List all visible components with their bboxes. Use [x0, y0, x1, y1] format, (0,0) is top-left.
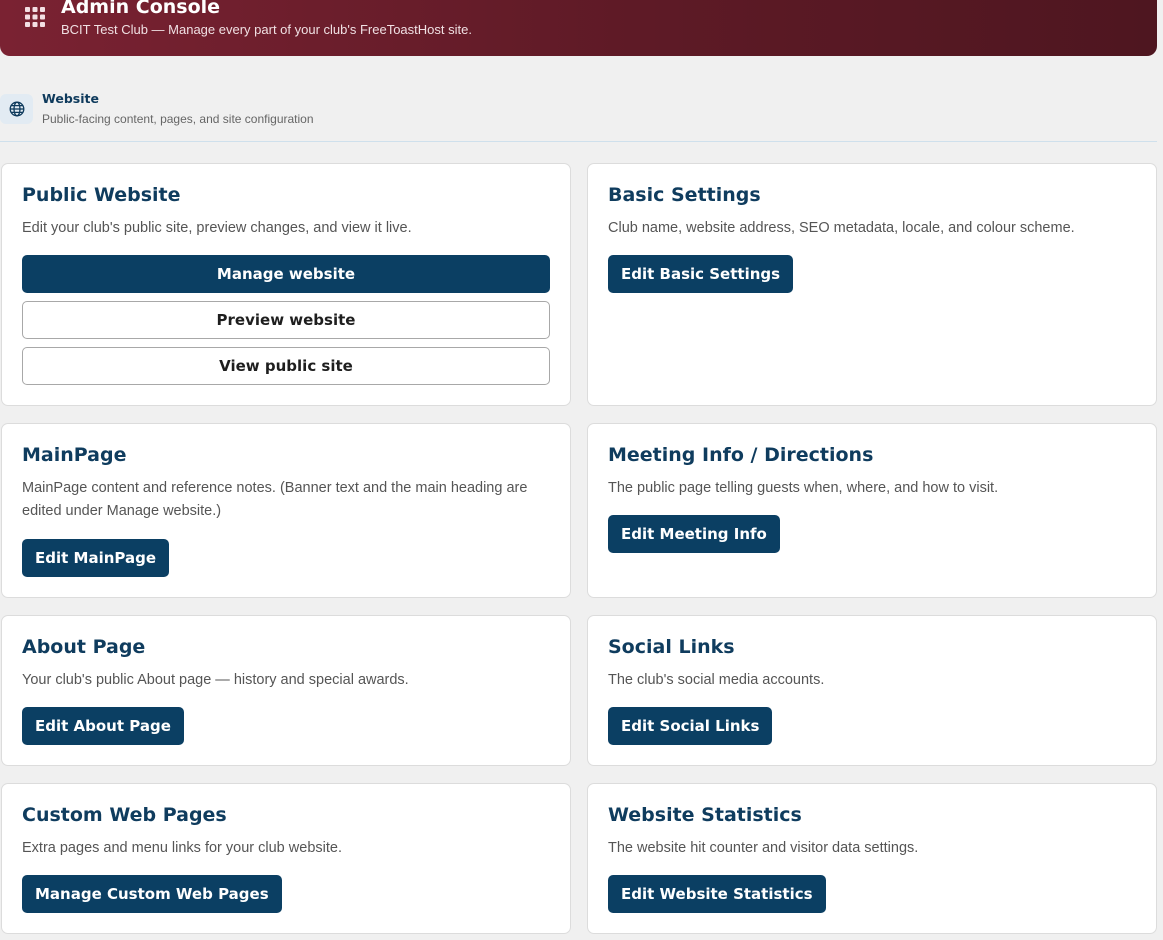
card-description: Your club's public About page — history … [22, 672, 409, 688]
website-section-header: Website Public-facing content, pages, an… [0, 84, 1157, 142]
card-title: Social Links [608, 636, 735, 658]
card-title: About Page [22, 636, 146, 658]
page-title: Admin Console [61, 0, 221, 18]
meeting-info-card: Meeting Info / Directions The public pag… [587, 423, 1157, 598]
about-page-card: About Page Your club's public About page… [1, 615, 571, 766]
card-description: Club name, website address, SEO metadata… [608, 220, 1075, 236]
card-title: Website Statistics [608, 804, 802, 826]
card-description: MainPage content and reference notes. (B… [22, 480, 528, 519]
section-subtitle: Public-facing content, pages, and site c… [42, 112, 314, 126]
card-title: MainPage [22, 444, 127, 466]
mainpage-card: MainPage MainPage content and reference … [1, 423, 571, 598]
edit-meeting-info-button[interactable]: Edit Meeting Info [608, 515, 780, 553]
card-description: Extra pages and menu links for your club… [22, 840, 342, 856]
edit-mainpage-button[interactable]: Edit MainPage [22, 539, 170, 577]
preview-website-button[interactable]: Preview website [22, 301, 550, 339]
admin-console-header: Admin Console BCIT Test Club — Manage ev… [0, 0, 1157, 56]
view-public-site-button[interactable]: View public site [22, 347, 550, 385]
grid-icon[interactable] [25, 7, 45, 27]
social-links-card: Social Links The club's social media acc… [587, 615, 1157, 766]
globe-icon [9, 101, 25, 117]
card-description: The public page telling guests when, whe… [608, 480, 999, 496]
manage-custom-web-pages-button[interactable]: Manage Custom Web Pages [22, 875, 282, 913]
card-title: Meeting Info / Directions [608, 444, 874, 466]
card-description: The website hit counter and visitor data… [608, 840, 919, 856]
card-description: The club's social media accounts. [608, 672, 825, 688]
edit-about-page-button[interactable]: Edit About Page [22, 707, 184, 745]
public-website-card: Public Website Edit your club's public s… [1, 163, 571, 406]
page-subtitle: BCIT Test Club — Manage every part of yo… [61, 22, 472, 37]
section-title: Website [42, 91, 99, 106]
card-description: Edit your club's public site, preview ch… [22, 220, 412, 236]
card-title: Custom Web Pages [22, 804, 227, 826]
edit-website-statistics-button[interactable]: Edit Website Statistics [608, 875, 826, 913]
edit-basic-settings-button[interactable]: Edit Basic Settings [608, 255, 794, 293]
card-title: Public Website [22, 184, 181, 206]
basic-settings-card: Basic Settings Club name, website addres… [587, 163, 1157, 406]
manage-website-button[interactable]: Manage website [22, 255, 550, 293]
globe-icon-box [0, 94, 33, 124]
card-title: Basic Settings [608, 184, 761, 206]
edit-social-links-button[interactable]: Edit Social Links [608, 707, 773, 745]
custom-web-pages-card: Custom Web Pages Extra pages and menu li… [1, 783, 571, 934]
website-statistics-card: Website Statistics The website hit count… [587, 783, 1157, 934]
